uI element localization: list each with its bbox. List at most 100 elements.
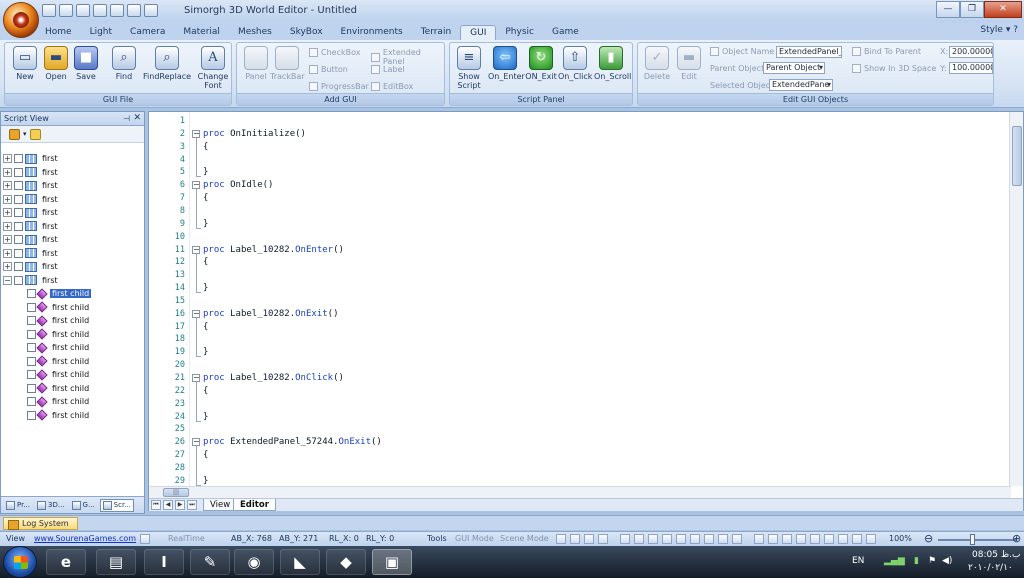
tree-node[interactable]: + first [3,166,60,179]
bind-to-parent-checkbox[interactable]: Bind To Parent [852,47,921,56]
game-app-icon[interactable]: ◆ [326,549,366,575]
tab-properties[interactable]: Pr... [4,500,32,511]
vertical-scrollbar[interactable] [1009,112,1023,486]
tree-child-node[interactable]: first child [27,355,91,368]
last-tab-icon[interactable]: ⏭ [187,500,197,510]
extended-panel-button[interactable]: Extended Panel [371,48,444,66]
button-button[interactable]: Button [309,65,348,74]
tree-checkbox[interactable] [14,194,23,204]
gui-mode-toggle[interactable]: GUI Mode [455,534,494,543]
next-tab-icon[interactable]: ▶ [175,500,185,510]
tree-checkbox[interactable] [27,289,36,298]
tools-menu[interactable]: Tools [427,534,447,543]
horizontal-scroll-thumb[interactable]: ||| [163,488,189,497]
tab-camera[interactable]: Camera [121,25,174,40]
tree-child-node[interactable]: first child [27,368,91,381]
tree-checkbox[interactable] [27,302,36,312]
view-tool-icon-9[interactable] [732,534,742,544]
open-button[interactable]: ▬ Open [39,46,73,81]
tab-gui-view[interactable]: G... [70,500,97,511]
tab-game[interactable]: Game [543,25,588,40]
view-tool-icon-3[interactable] [648,534,658,544]
checkbox-button[interactable]: CheckBox [309,48,360,57]
view-tool-icon-2[interactable] [634,534,644,544]
pin-icon[interactable]: ⊣ [123,112,130,125]
toolbar-menu-icon[interactable] [144,4,158,17]
find-button[interactable]: ⌕ Find [107,46,141,81]
scene-mode-toggle[interactable]: Scene Mode [500,534,549,543]
code-close-brace[interactable]: } [203,167,208,177]
view-tool-icon-5[interactable] [676,534,686,544]
network-icon[interactable]: ▂▄▆ [884,556,905,566]
code-line-proc[interactable]: proc ExtendedPanel_57244.OnExit() [203,437,382,447]
status-view[interactable]: View [6,534,25,543]
save-icon[interactable] [76,4,90,17]
change-font-button[interactable]: A Change Font [195,46,231,90]
tree-node[interactable]: + first [3,260,60,273]
label-button[interactable]: Label [371,65,405,74]
tree-child-node[interactable]: first child [27,409,91,422]
minimize-button[interactable]: — [936,1,960,18]
collapse-icon[interactable]: − [3,275,12,285]
tab-editor[interactable]: Editor [233,499,276,511]
show-in-3d-checkbox[interactable]: Show In 3D Space [852,64,936,73]
tree-node[interactable]: + first [3,206,60,219]
code-line-proc[interactable]: proc OnIdle() [203,180,273,190]
language-indicator[interactable]: EN [852,556,864,566]
object-name-field[interactable]: ExtendedPanel_5 [776,46,842,58]
website-link[interactable]: www.SourenaGames.com [34,534,136,543]
show-script-button[interactable]: ≡ Show Script [452,46,486,90]
expand-icon[interactable]: + [3,262,12,271]
fold-icon[interactable]: − [192,129,200,138]
tab-light[interactable]: Light [81,25,121,40]
axis-tool-icon-3[interactable] [782,534,792,544]
app-chart-icon[interactable]: ◣ [280,549,320,575]
axis-tool-icon-6[interactable] [824,534,834,544]
tree-checkbox[interactable] [14,167,23,177]
editbox-button[interactable]: EditBox [371,82,413,91]
style-menu[interactable]: Style ▾ ? [980,25,1018,35]
close-icon[interactable]: ✕ [133,112,141,125]
x-field[interactable]: 200.000000 [949,46,993,58]
flag-icon[interactable]: ⚑ [928,556,936,566]
tree-child-node[interactable]: first child [27,287,92,300]
tree-checkbox[interactable] [27,370,36,379]
redo-icon[interactable] [110,4,124,17]
trackbar-button[interactable]: TrackBar [270,46,305,81]
expand-icon[interactable]: + [3,194,12,204]
clock-time[interactable]: 08:05 ب.ظ [972,550,1020,560]
code-close-brace[interactable]: } [203,219,208,229]
save-button[interactable]: ■ Save [69,46,103,81]
expand-icon[interactable]: + [3,181,12,190]
fold-icon[interactable]: − [192,438,200,447]
fold-icon[interactable]: − [192,181,200,190]
open-folder-icon[interactable] [59,4,73,17]
tree-checkbox[interactable] [14,235,23,244]
tree-node[interactable]: + first [3,193,60,206]
axis-tool-icon-8[interactable] [852,534,862,544]
expand-icon[interactable]: + [3,167,12,177]
tab-meshes[interactable]: Meshes [229,25,281,40]
tree-checkbox[interactable] [27,410,36,420]
code-open-brace[interactable]: { [203,142,208,152]
tab-environments[interactable]: Environments [332,25,412,40]
tree-child-node[interactable]: first child [27,382,91,395]
close-button[interactable]: ✕ [984,1,1022,18]
scale-tool-icon[interactable] [598,534,608,544]
undo-icon[interactable] [93,4,107,17]
axis-tool-icon-7[interactable] [838,534,848,544]
tab-skybox[interactable]: SkyBox [281,25,332,40]
chevron-down-icon[interactable]: ▾ [23,130,27,138]
selected-object-select[interactable]: ExtendedPane [769,79,833,91]
log-system-tab[interactable]: Log System [3,517,78,530]
new-file-icon[interactable] [42,4,56,17]
firefox-icon[interactable]: ◉ [234,549,274,575]
tree-checkbox[interactable] [27,316,36,325]
view-tool-icon-1[interactable] [620,534,630,544]
find-replace-button[interactable]: ⌕ FindReplace [143,46,191,81]
code-line-proc[interactable]: proc Label_10282.OnClick() [203,373,344,383]
tree-checkbox[interactable] [27,356,36,366]
zoom-slider-track[interactable] [938,539,1016,541]
start-button[interactable] [3,546,37,578]
tab-terrain[interactable]: Terrain [412,25,460,40]
